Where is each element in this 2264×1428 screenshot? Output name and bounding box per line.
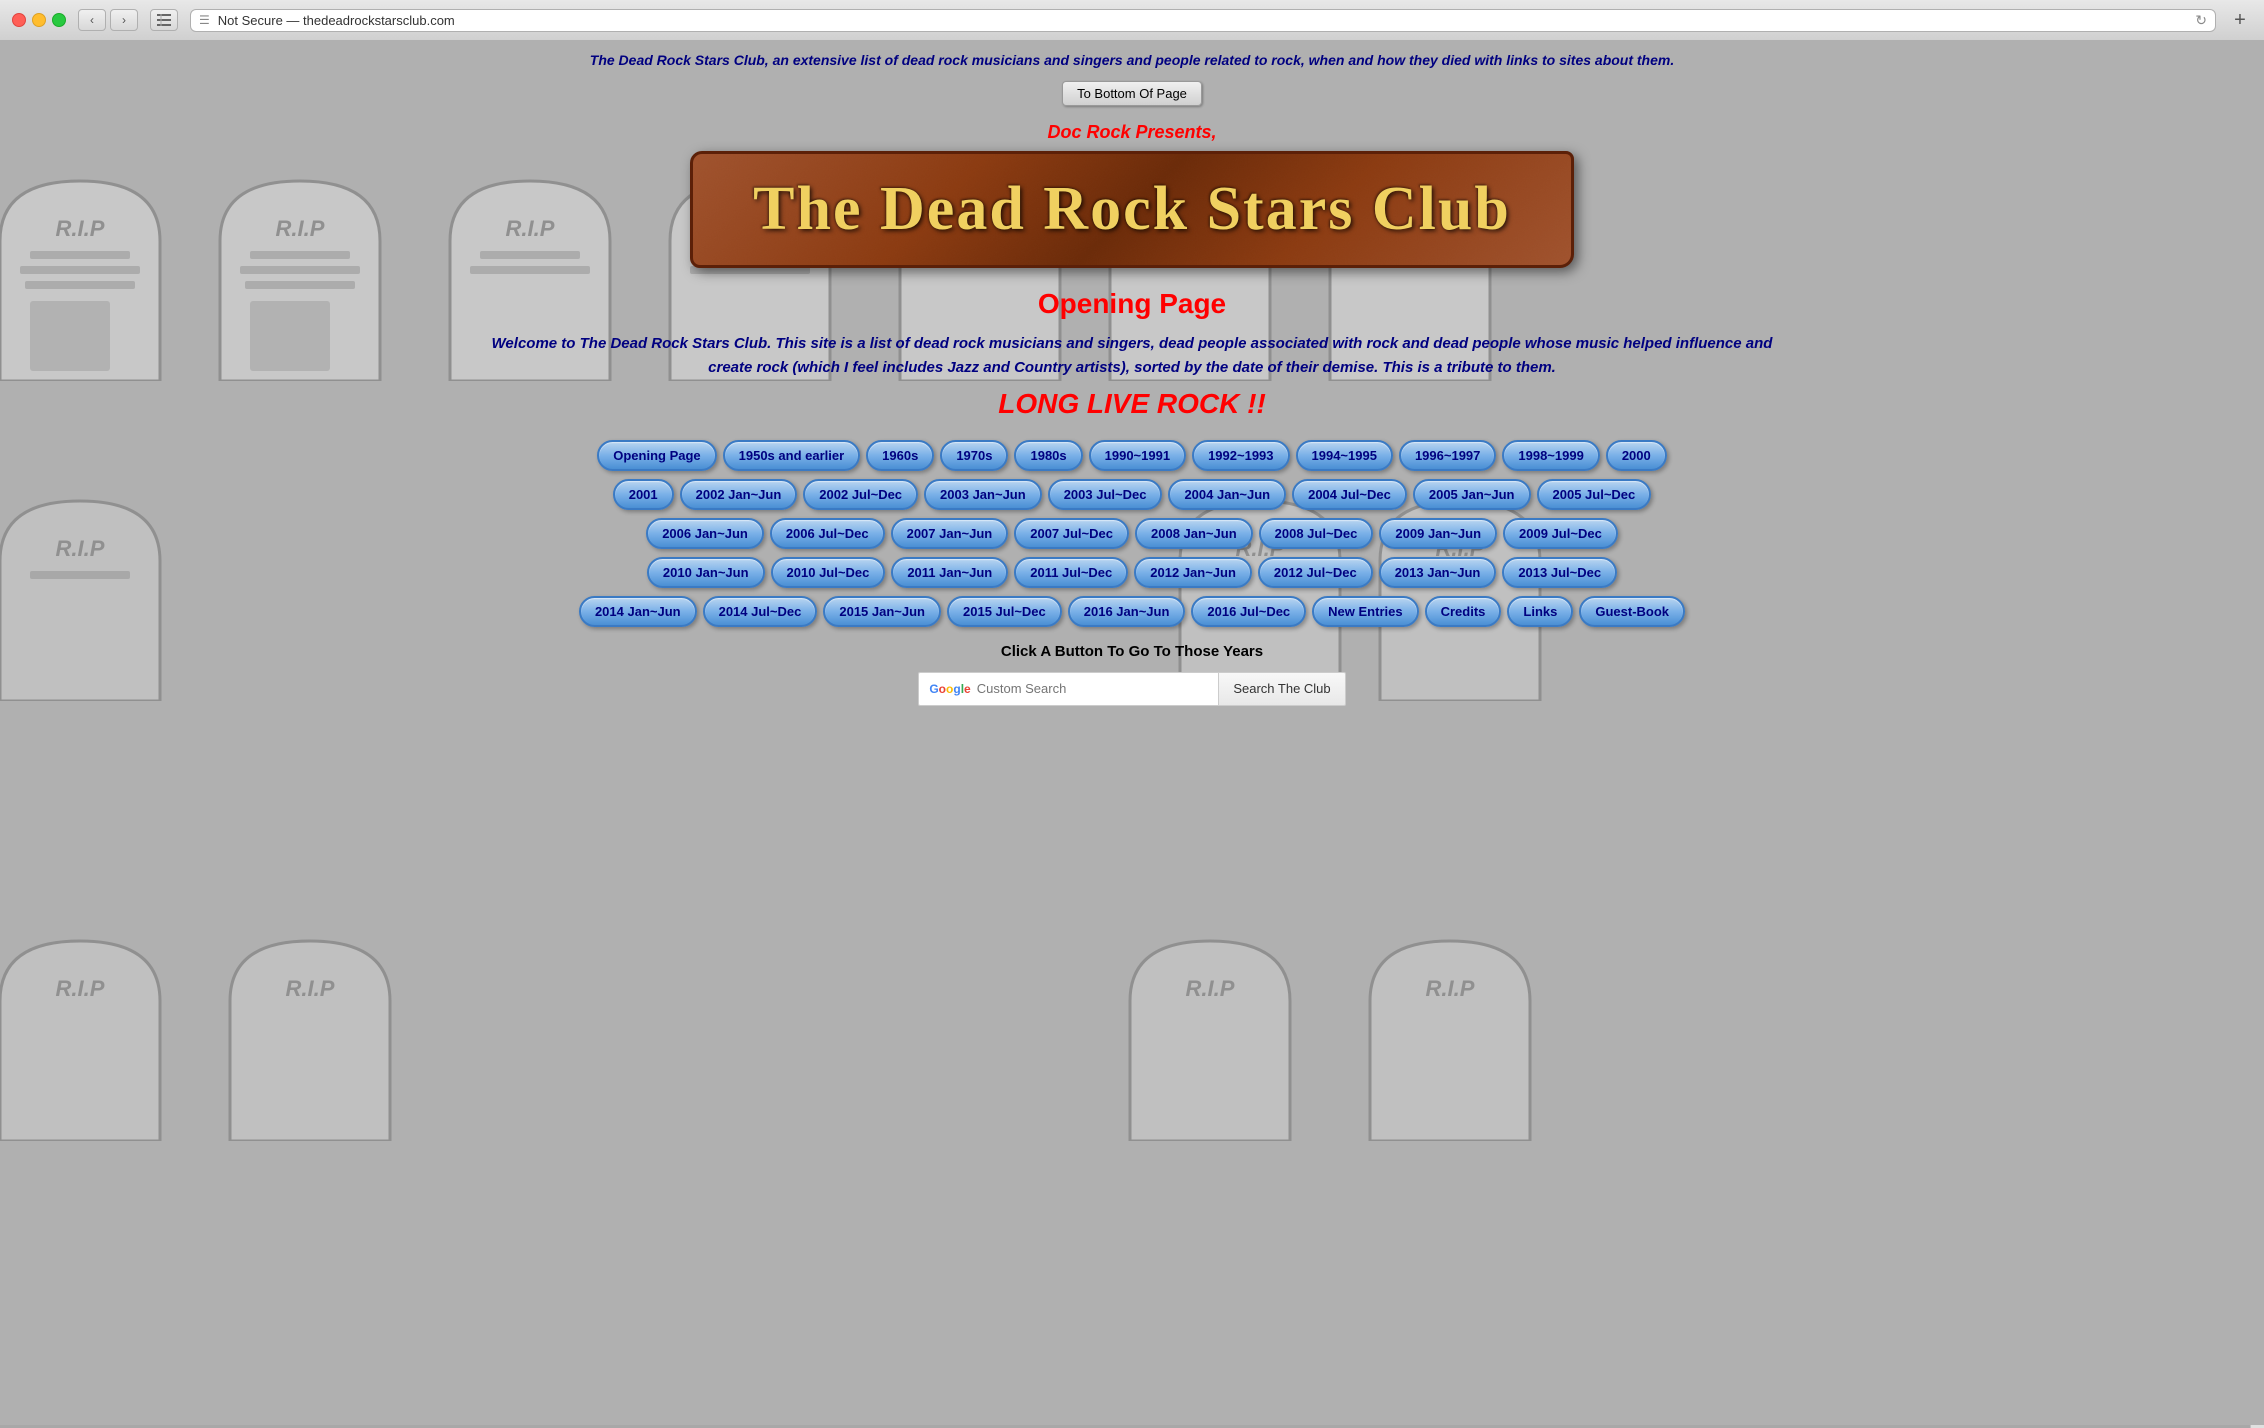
nav-row-2: 2001 2002 Jan~Jun 2002 Jul~Dec 2003 Jan~… xyxy=(452,479,1812,510)
nav-2001[interactable]: 2001 xyxy=(613,479,674,510)
svg-text:R.I.P: R.I.P xyxy=(276,216,325,241)
svg-text:R.I.P: R.I.P xyxy=(1186,976,1235,1001)
nav-2011-jan-jun[interactable]: 2011 Jan~Jun xyxy=(891,557,1008,588)
nav-1960s[interactable]: 1960s xyxy=(866,440,934,471)
opening-page-heading: Opening Page xyxy=(452,288,1812,320)
google-logo: Google xyxy=(929,682,970,696)
traffic-lights xyxy=(12,13,66,27)
nav-2003-jan-jun[interactable]: 2003 Jan~Jun xyxy=(924,479,1042,510)
doc-rock-text: Doc Rock Presents, xyxy=(452,122,1812,143)
nav-2012-jul-dec[interactable]: 2012 Jul~Dec xyxy=(1258,557,1373,588)
nav-1950s[interactable]: 1950s and earlier xyxy=(723,440,861,471)
search-club-button[interactable]: Search The Club xyxy=(1218,672,1345,706)
page-content: R.I.P R.I.P R.I.P R.I.P xyxy=(0,41,2264,1425)
title-banner: The Dead Rock Stars Club xyxy=(690,151,1574,268)
nav-2002-jan-jun[interactable]: 2002 Jan~Jun xyxy=(680,479,798,510)
nav-2005-jan-jun[interactable]: 2005 Jan~Jun xyxy=(1413,479,1531,510)
nav-1992-1993[interactable]: 1992~1993 xyxy=(1192,440,1289,471)
nav-1996-1997[interactable]: 1996~1997 xyxy=(1399,440,1496,471)
nav-row-3: 2006 Jan~Jun 2006 Jul~Dec 2007 Jan~Jun 2… xyxy=(452,518,1812,549)
svg-text:R.I.P: R.I.P xyxy=(286,976,335,1001)
page-inner: The Dead Rock Stars Club, an extensive l… xyxy=(432,41,1832,716)
forward-button[interactable]: › xyxy=(110,9,138,31)
nav-2014-jan-jun[interactable]: 2014 Jan~Jun xyxy=(579,596,697,627)
minimize-button[interactable] xyxy=(32,13,46,27)
nav-1990-1991[interactable]: 1990~1991 xyxy=(1089,440,1186,471)
nav-2014-jul-dec[interactable]: 2014 Jul~Dec xyxy=(703,596,818,627)
svg-text:R.I.P: R.I.P xyxy=(56,976,105,1001)
nav-links[interactable]: Links xyxy=(1507,596,1573,627)
svg-text:R.I.P: R.I.P xyxy=(56,216,105,241)
welcome-text: Welcome to The Dead Rock Stars Club. Thi… xyxy=(482,332,1782,380)
sidebar-button[interactable] xyxy=(150,9,178,31)
click-instruction: Click A Button To Go To Those Years xyxy=(452,643,1812,660)
new-tab-button[interactable]: + xyxy=(2228,8,2252,32)
nav-2009-jan-jun[interactable]: 2009 Jan~Jun xyxy=(1379,518,1497,549)
nav-2000[interactable]: 2000 xyxy=(1606,440,1667,471)
nav-2015-jul-dec[interactable]: 2015 Jul~Dec xyxy=(947,596,1062,627)
nav-1980s[interactable]: 1980s xyxy=(1014,440,1082,471)
gravestone-2: R.I.P xyxy=(190,101,410,381)
nav-row-4: 2010 Jan~Jun 2010 Jul~Dec 2011 Jan~Jun 2… xyxy=(452,557,1812,588)
nav-row-1: Opening Page 1950s and earlier 1960s 197… xyxy=(452,440,1812,471)
nav-new-entries[interactable]: New Entries xyxy=(1312,596,1418,627)
nav-2015-jan-jun[interactable]: 2015 Jan~Jun xyxy=(823,596,941,627)
search-input[interactable] xyxy=(977,681,1209,696)
nav-2009-jul-dec[interactable]: 2009 Jul~Dec xyxy=(1503,518,1618,549)
nav-guest-book[interactable]: Guest-Book xyxy=(1579,596,1685,627)
gravestone-r3-1: R.I.P xyxy=(0,861,190,1141)
back-button[interactable]: ‹ xyxy=(78,9,106,31)
close-button[interactable] xyxy=(12,13,26,27)
nav-2010-jul-dec[interactable]: 2010 Jul~Dec xyxy=(771,557,886,588)
nav-row-5: 2014 Jan~Jun 2014 Jul~Dec 2015 Jan~Jun 2… xyxy=(452,596,1812,627)
gravestone-r3-3: R.I.P xyxy=(1100,861,1320,1141)
gravestone-r3-2: R.I.P xyxy=(200,861,420,1141)
nav-credits[interactable]: Credits xyxy=(1425,596,1502,627)
gravestone-r2-1: R.I.P xyxy=(0,421,190,701)
nav-2005-jul-dec[interactable]: 2005 Jul~Dec xyxy=(1537,479,1652,510)
nav-1970s[interactable]: 1970s xyxy=(940,440,1008,471)
nav-2003-jul-dec[interactable]: 2003 Jul~Dec xyxy=(1048,479,1163,510)
nav-2004-jul-dec[interactable]: 2004 Jul~Dec xyxy=(1292,479,1407,510)
nav-2013-jan-jun[interactable]: 2013 Jan~Jun xyxy=(1379,557,1497,588)
maximize-button[interactable] xyxy=(52,13,66,27)
search-area: Google Search The Club xyxy=(452,672,1812,706)
reload-button[interactable]: ↻ xyxy=(2195,12,2207,29)
address-bar[interactable]: ☰ Not Secure — thedeadrockstarsclub.com … xyxy=(190,9,2216,32)
nav-1998-1999[interactable]: 1998~1999 xyxy=(1502,440,1599,471)
nav-2016-jul-dec[interactable]: 2016 Jul~Dec xyxy=(1191,596,1306,627)
nav-opening-page[interactable]: Opening Page xyxy=(597,440,716,471)
nav-2007-jan-jun[interactable]: 2007 Jan~Jun xyxy=(891,518,1009,549)
gravestone-r3-4: R.I.P xyxy=(1340,861,1560,1141)
browser-chrome: ‹ › ☰ Not Secure — thedeadrockstarsclub.… xyxy=(0,0,2264,41)
svg-text:R.I.P: R.I.P xyxy=(56,536,105,561)
nav-2002-jul-dec[interactable]: 2002 Jul~Dec xyxy=(803,479,918,510)
google-search-box[interactable]: Google xyxy=(918,672,1218,706)
svg-text:R.I.P: R.I.P xyxy=(1426,976,1475,1001)
nav-2008-jul-dec[interactable]: 2008 Jul~Dec xyxy=(1259,518,1374,549)
gravestone-1: R.I.P xyxy=(0,101,190,381)
nav-1994-1995[interactable]: 1994~1995 xyxy=(1296,440,1393,471)
browser-nav-buttons: ‹ › xyxy=(78,9,138,31)
nav-2004-jan-jun[interactable]: 2004 Jan~Jun xyxy=(1168,479,1286,510)
nav-2013-jul-dec[interactable]: 2013 Jul~Dec xyxy=(1502,557,1617,588)
nav-2010-jan-jun[interactable]: 2010 Jan~Jun xyxy=(647,557,765,588)
nav-2007-jul-dec[interactable]: 2007 Jul~Dec xyxy=(1014,518,1129,549)
lock-icon: ☰ xyxy=(199,13,210,27)
nav-2011-jul-dec[interactable]: 2011 Jul~Dec xyxy=(1014,557,1128,588)
url-text: Not Secure — thedeadrockstarsclub.com xyxy=(218,13,2188,28)
nav-2012-jan-jun[interactable]: 2012 Jan~Jun xyxy=(1134,557,1252,588)
nav-2006-jul-dec[interactable]: 2006 Jul~Dec xyxy=(770,518,885,549)
to-bottom-button[interactable]: To Bottom Of Page xyxy=(1062,81,1202,106)
site-description: The Dead Rock Stars Club, an extensive l… xyxy=(452,51,1812,71)
site-title: The Dead Rock Stars Club xyxy=(753,174,1511,245)
nav-2016-jan-jun[interactable]: 2016 Jan~Jun xyxy=(1068,596,1186,627)
nav-2008-jan-jun[interactable]: 2008 Jan~Jun xyxy=(1135,518,1253,549)
nav-2006-jan-jun[interactable]: 2006 Jan~Jun xyxy=(646,518,764,549)
long-live-text: LONG LIVE ROCK !! xyxy=(452,388,1812,420)
